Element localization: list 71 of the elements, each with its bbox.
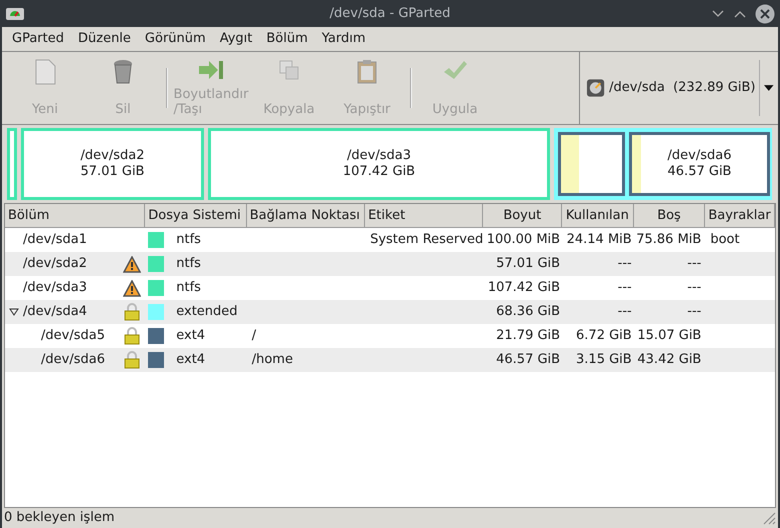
disk-app-icon: [5, 6, 25, 22]
flags-cell: boot: [710, 232, 740, 248]
copy-icon: [278, 59, 300, 81]
size-cell: 107.42 GiB: [488, 280, 560, 296]
filesystem-cell-text: ext4: [176, 327, 206, 346]
trash-can-icon: [112, 59, 134, 85]
padlock-icon: [124, 351, 140, 369]
filesystem-cell-text: ntfs: [176, 279, 201, 298]
partition-name: /dev/sda1: [23, 231, 88, 250]
warning-icon: [123, 256, 141, 272]
size-cell: 68.36 GiB: [496, 304, 560, 320]
partition-name: /dev/sda6: [41, 351, 106, 370]
used-cell: 24.14 MiB: [566, 232, 632, 248]
partition-block[interactable]: /dev/sda6 46.57 GiB: [554, 128, 772, 200]
window-title: /dev/sda - GParted: [330, 4, 450, 23]
partition-block[interactable]: /dev/sda3 107.42 GiB: [208, 128, 550, 200]
size-cell: 46.57 GiB: [496, 352, 560, 368]
used-cell: ---: [618, 280, 632, 296]
free-cell: ---: [687, 304, 702, 320]
partition-size: 107.42 GiB: [342, 164, 416, 180]
partition-name: /dev/sda5: [41, 327, 106, 346]
status-bar-text: 0 bekleyen işlem: [4, 509, 115, 528]
dropdown-arrow-icon: [764, 85, 774, 91]
filesystem-cell-text: ntfs: [176, 255, 201, 274]
menu-item[interactable]: GParted: [12, 29, 64, 49]
partition-size: 57.01 GiB: [80, 164, 144, 180]
resize-grip-icon[interactable]: [762, 511, 776, 525]
size-cell: 21.79 GiB: [496, 328, 560, 344]
expander-icon[interactable]: [9, 308, 19, 316]
used-cell: 3.15 GiB: [576, 352, 632, 368]
mount-point-cell: /: [252, 328, 256, 344]
partition-size: 46.57 GiB: [668, 164, 732, 180]
clipboard-icon: [356, 59, 378, 85]
menu-item[interactable]: Aygıt: [220, 29, 252, 49]
close-button[interactable]: [755, 4, 775, 24]
free-cell: ---: [687, 256, 702, 272]
partition-name: /dev/sda4: [23, 303, 88, 322]
arrow-icon: [198, 59, 224, 81]
partition-name: /dev/sda2: [23, 255, 88, 274]
partition-block[interactable]: /dev/sda2 57.01 GiB: [21, 128, 204, 200]
mount-point-cell: /home: [252, 352, 293, 368]
minimize-button[interactable]: [711, 8, 725, 18]
partition-label: /dev/sda3: [347, 148, 411, 164]
partition-label: /dev/sda6: [668, 148, 732, 164]
used-cell: ---: [618, 304, 632, 320]
partition-name: /dev/sda3: [23, 279, 88, 298]
free-cell: ---: [687, 280, 702, 296]
menu-item[interactable]: Düzenle: [78, 29, 131, 49]
free-cell: 75.86 MiB: [636, 232, 702, 248]
padlock-icon: [124, 303, 140, 321]
menu-item[interactable]: Yardım: [322, 29, 366, 49]
menu-item[interactable]: Görünüm: [144, 29, 206, 49]
partition-block[interactable]: /dev/sda6 46.57 GiB: [629, 132, 770, 196]
label-cell: System Reserved: [370, 232, 484, 248]
free-cell: 43.42 GiB: [637, 352, 702, 368]
document-icon: [34, 59, 56, 85]
filesystem-cell-text: extended: [176, 303, 238, 322]
padlock-icon: [124, 327, 140, 345]
filesystem-cell-text: ext4: [176, 351, 206, 370]
size-cell: 100.00 MiB: [486, 232, 560, 248]
filesystem-cell-text: ntfs: [176, 231, 201, 250]
menu-item[interactable]: Bölüm: [266, 29, 308, 49]
used-cell: 6.72 GiB: [576, 328, 632, 344]
warning-icon: [123, 280, 141, 296]
size-cell: 57.01 GiB: [496, 256, 560, 272]
partition-block[interactable]: [558, 132, 625, 196]
partition-label: /dev/sda2: [80, 148, 144, 164]
free-cell: 15.07 GiB: [637, 328, 702, 344]
device-selector[interactable]: /dev/sda (232.89 GiB): [579, 52, 778, 124]
used-cell: ---: [618, 256, 632, 272]
maximize-button[interactable]: [733, 8, 747, 18]
